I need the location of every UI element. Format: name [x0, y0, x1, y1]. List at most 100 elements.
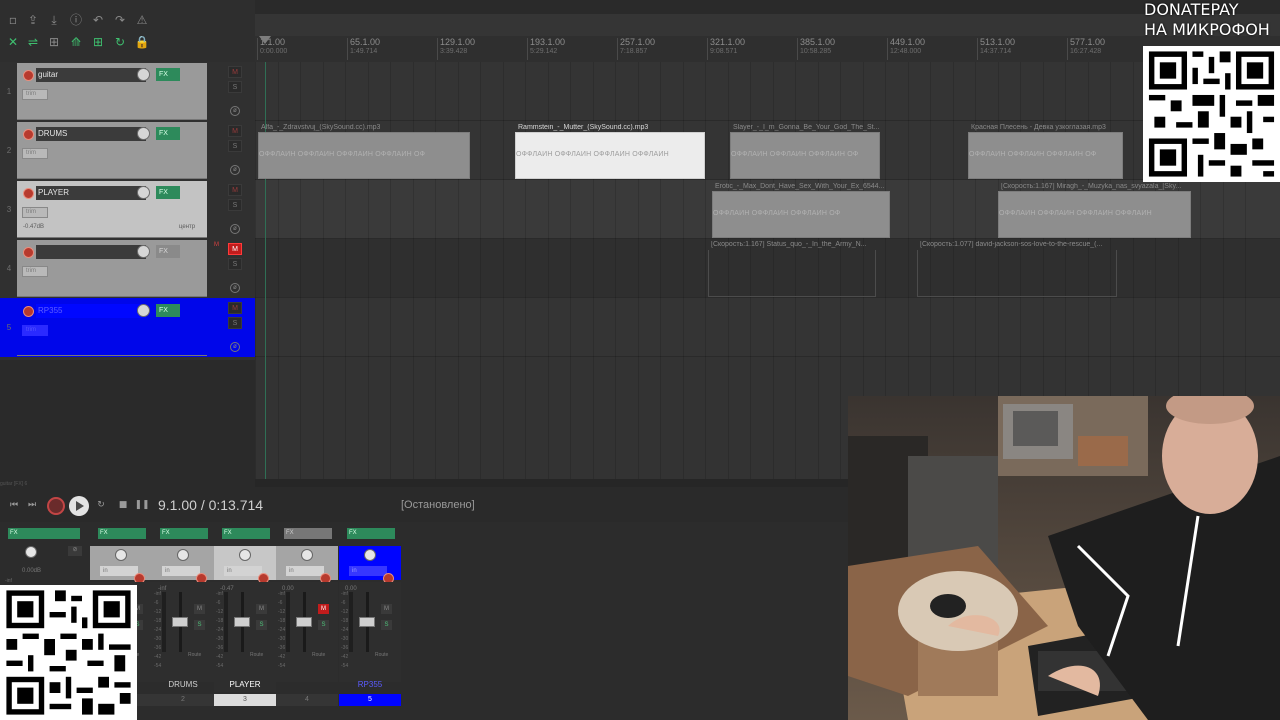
- route-button[interactable]: Route: [375, 652, 388, 658]
- mixer-strip-4[interactable]: FX in 0.00 -inf -6 -12 -18 -24 -30 -36 -42 -54 M…: [276, 522, 338, 706]
- new-project-icon[interactable]: ▫: [4, 12, 22, 28]
- volume-knob[interactable]: [137, 127, 150, 140]
- track-2[interactable]: 2 DRUMS FX trim M S ø: [0, 121, 255, 180]
- undo-icon[interactable]: ↶: [89, 12, 107, 28]
- lane-1[interactable]: [255, 62, 1280, 121]
- mixer-fx-button[interactable]: FX: [160, 528, 208, 539]
- solo-button[interactable]: S: [228, 81, 242, 93]
- record-arm-button[interactable]: [23, 188, 34, 199]
- solo-button[interactable]: S: [228, 317, 242, 329]
- input-button[interactable]: in: [349, 566, 387, 576]
- track-name-field[interactable]: PLAYER: [36, 186, 146, 200]
- track-name-field[interactable]: guitar: [36, 68, 146, 82]
- fx-button[interactable]: FX: [156, 186, 180, 199]
- redo-icon[interactable]: ↷: [111, 12, 129, 28]
- envelope-trim-button[interactable]: trim: [22, 325, 48, 336]
- track-panel[interactable]: FX trim: [17, 240, 207, 297]
- media-item[interactable]: [Скорость:1.167] Miragh_-_Muzyka_nas_svy…: [998, 183, 1191, 238]
- input-button[interactable]: in: [162, 566, 200, 576]
- track-name-field[interactable]: DRUMS: [36, 127, 146, 141]
- volume-fader[interactable]: [359, 617, 375, 627]
- mixer-mute-button[interactable]: M: [318, 604, 329, 614]
- region-bar[interactable]: [255, 14, 1280, 36]
- solo-button[interactable]: S: [228, 140, 242, 152]
- input-button[interactable]: in: [224, 566, 262, 576]
- mixer-fx-button[interactable]: FX: [284, 528, 332, 539]
- phase-icon[interactable]: ø: [230, 106, 240, 116]
- master-fx-button[interactable]: FX: [8, 528, 80, 539]
- volume-knob[interactable]: [137, 245, 150, 258]
- mixer-fx-button[interactable]: FX: [347, 528, 395, 539]
- mute-button[interactable]: M: [228, 125, 242, 137]
- play-button[interactable]: [69, 496, 89, 516]
- media-item-empty[interactable]: [Скорость:1.167] Status_quo_-_In_the_Arm…: [708, 241, 876, 297]
- track-name-field[interactable]: RP355: [36, 304, 146, 318]
- media-item[interactable]: Slayer_-_I_m_Gonna_Be_Your_God_The_St...…: [730, 124, 880, 179]
- pan-knob[interactable]: [239, 549, 251, 561]
- pan-knob[interactable]: [364, 549, 376, 561]
- ripple-icon[interactable]: ⇌: [24, 34, 42, 50]
- record-arm-button[interactable]: [23, 70, 34, 81]
- phase-icon[interactable]: ø: [230, 165, 240, 175]
- media-item-selected[interactable]: Rammstein_-_Mutter_(SkySound.cc).mp3 ОФФ…: [515, 124, 705, 179]
- item-grouping-icon[interactable]: ⊞: [45, 34, 63, 50]
- media-item[interactable]: Красная Плесень - Девка узкоглазая.mp3 О…: [968, 124, 1123, 179]
- solo-button[interactable]: S: [228, 199, 242, 211]
- record-button[interactable]: [47, 497, 65, 515]
- track-panel[interactable]: DRUMS FX trim: [17, 122, 207, 179]
- project-settings-icon[interactable]: ⓘ: [67, 12, 85, 28]
- mixer-solo-button[interactable]: S: [318, 620, 329, 630]
- phase-icon[interactable]: ø: [230, 283, 240, 293]
- fx-button[interactable]: FX: [156, 304, 180, 317]
- track-panel[interactable]: RP355 FX trim: [17, 299, 207, 356]
- metronome-icon[interactable]: ⚠: [133, 12, 151, 28]
- track-panel[interactable]: PLAYER FX trim -0.47dB центр: [17, 181, 207, 238]
- pan-knob[interactable]: [177, 549, 189, 561]
- track-panel[interactable]: guitar FX trim: [17, 63, 207, 120]
- repeat-icon[interactable]: ↻: [93, 498, 109, 512]
- snap-icon[interactable]: ⊞: [89, 34, 107, 50]
- grid-icon[interactable]: ✕: [4, 34, 22, 50]
- volume-fader[interactable]: [296, 617, 312, 627]
- open-project-icon[interactable]: ⇪: [24, 12, 42, 28]
- master-pan-knob[interactable]: [25, 546, 37, 558]
- envelope-trim-button[interactable]: trim: [22, 266, 48, 277]
- track-5[interactable]: 5 RP355 FX trim M S ø: [0, 298, 255, 357]
- loop-icon[interactable]: ↻: [111, 34, 129, 50]
- stop-icon[interactable]: ■: [115, 498, 131, 512]
- record-arm-button[interactable]: [23, 306, 34, 317]
- timeline-ruler[interactable]: 1.1.00 0:00.000 65.1.00 1:49.714 129.1.00 3:3…: [255, 14, 1280, 62]
- route-button[interactable]: Route: [250, 652, 263, 658]
- envelope-trim-button[interactable]: trim: [22, 148, 48, 159]
- fx-button[interactable]: FX: [156, 245, 180, 258]
- fx-button[interactable]: FX: [156, 68, 180, 81]
- solo-button[interactable]: S: [228, 258, 242, 270]
- lane-5[interactable]: [255, 298, 1280, 357]
- track-1[interactable]: 1 guitar FX trim M S ø: [0, 62, 255, 121]
- mixer-mute-button[interactable]: M: [194, 604, 205, 614]
- mixer-strip-3[interactable]: FX in -0.47 -inf -6 -12 -18 -24 -30 -36 -42 -54 …: [214, 522, 276, 706]
- master-mono-icon[interactable]: ⊘: [68, 546, 82, 556]
- go-to-start-icon[interactable]: ⏮: [6, 498, 22, 512]
- input-button[interactable]: in: [100, 566, 138, 576]
- record-arm-button[interactable]: [23, 247, 34, 258]
- mixer-mute-button[interactable]: M: [256, 604, 267, 614]
- input-button[interactable]: in: [286, 566, 324, 576]
- volume-fader[interactable]: [172, 617, 188, 627]
- track-3[interactable]: 3 PLAYER FX trim -0.47dB центр M S ø: [0, 180, 255, 239]
- edit-cursor-flag[interactable]: [259, 36, 271, 44]
- record-arm-button[interactable]: [23, 129, 34, 140]
- route-button[interactable]: Route: [188, 652, 201, 658]
- fx-button[interactable]: FX: [156, 127, 180, 140]
- track-name-field[interactable]: [36, 245, 146, 259]
- mixer-solo-button[interactable]: S: [256, 620, 267, 630]
- mixer-fx-button[interactable]: FX: [222, 528, 270, 539]
- media-item-empty[interactable]: [Скорость:1.077] david-jackson-sos-love-…: [917, 241, 1117, 297]
- route-button[interactable]: Route: [312, 652, 325, 658]
- envelope-trim-button[interactable]: trim: [22, 89, 48, 100]
- mute-button[interactable]: M: [228, 302, 242, 314]
- auto-crossfade-icon[interactable]: ⟰: [67, 34, 85, 50]
- volume-knob[interactable]: [137, 304, 150, 317]
- volume-knob[interactable]: [137, 186, 150, 199]
- save-project-icon[interactable]: ⤓: [45, 12, 63, 28]
